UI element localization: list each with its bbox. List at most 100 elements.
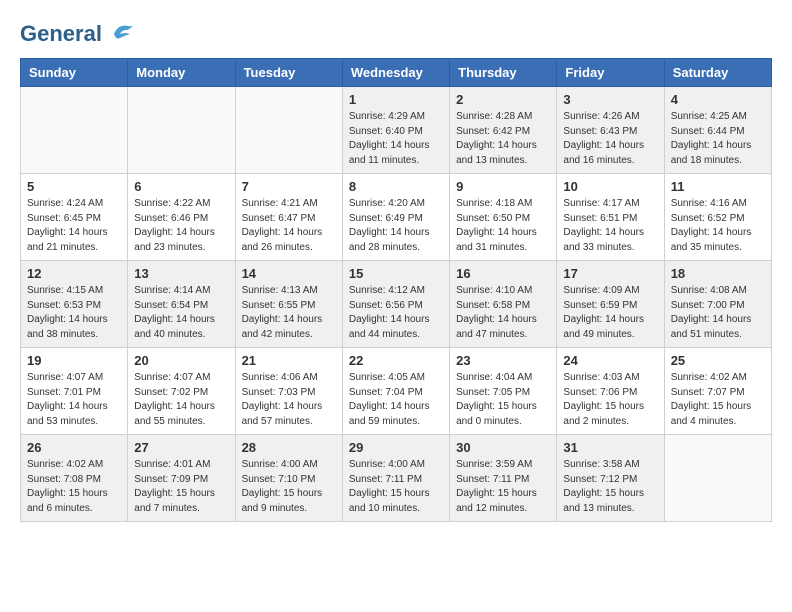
day-info: Sunrise: 4:00 AMSunset: 7:10 PMDaylight:…	[242, 458, 336, 516]
calendar-cell: 22 Sunrise: 4:05 AMSunset: 7:04 PMDayligh…	[342, 348, 449, 435]
day-number: 24	[563, 353, 657, 368]
day-number: 21	[242, 353, 336, 368]
weekday-header: Sunday	[21, 59, 128, 87]
calendar-cell: 8 Sunrise: 4:20 AMSunset: 6:49 PMDaylight…	[342, 174, 449, 261]
day-number: 17	[563, 266, 657, 281]
day-number: 3	[563, 92, 657, 107]
day-info: Sunrise: 4:21 AMSunset: 6:47 PMDaylight:…	[242, 197, 336, 255]
calendar-cell: 26Sunrise: 4:02 AMSunset: 7:08 PMDayligh…	[21, 435, 128, 522]
calendar-cell: 13 Sunrise: 4:14 AMSunset: 6:54 PMDayligh…	[128, 261, 235, 348]
calendar-cell: 31 Sunrise: 3:58 AMSunset: 7:12 PMDayligh…	[557, 435, 664, 522]
day-number: 14	[242, 266, 336, 281]
weekday-header: Saturday	[664, 59, 771, 87]
calendar-cell	[664, 435, 771, 522]
day-info: Sunrise: 4:00 AMSunset: 7:11 PMDaylight:…	[349, 458, 443, 516]
day-info: Sunrise: 4:28 AMSunset: 6:42 PMDaylight:…	[456, 110, 550, 168]
day-number: 12	[27, 266, 121, 281]
day-info: Sunrise: 4:20 AMSunset: 6:49 PMDaylight:…	[349, 197, 443, 255]
day-info: Sunrise: 4:22 AMSunset: 6:46 PMDaylight:…	[134, 197, 228, 255]
calendar-cell: 12 Sunrise: 4:15 AMSunset: 6:53 PMDayligh…	[21, 261, 128, 348]
day-info: Sunrise: 4:14 AMSunset: 6:54 PMDaylight:…	[134, 284, 228, 342]
calendar-cell: 10 Sunrise: 4:17 AMSunset: 6:51 PMDayligh…	[557, 174, 664, 261]
calendar-week-row: 19Sunrise: 4:07 AMSunset: 7:01 PMDayligh…	[21, 348, 772, 435]
day-number: 28	[242, 440, 336, 455]
calendar-cell: 15Sunrise: 4:12 AMSunset: 6:56 PMDayligh…	[342, 261, 449, 348]
weekday-header: Tuesday	[235, 59, 342, 87]
calendar-header-row: SundayMondayTuesdayWednesdayThursdayFrid…	[21, 59, 772, 87]
day-number: 22	[349, 353, 443, 368]
day-info: Sunrise: 4:02 AMSunset: 7:08 PMDaylight:…	[27, 458, 121, 516]
day-info: Sunrise: 3:59 AMSunset: 7:11 PMDaylight:…	[456, 458, 550, 516]
calendar-cell: 16 Sunrise: 4:10 AMSunset: 6:58 PMDayligh…	[450, 261, 557, 348]
day-number: 18	[671, 266, 765, 281]
day-number: 25	[671, 353, 765, 368]
calendar-cell: 18 Sunrise: 4:08 AMSunset: 7:00 PMDayligh…	[664, 261, 771, 348]
day-info: Sunrise: 4:07 AMSunset: 7:02 PMDaylight:…	[134, 371, 228, 429]
calendar-cell: 5Sunrise: 4:24 AMSunset: 6:45 PMDaylight…	[21, 174, 128, 261]
calendar-body: 1Sunrise: 4:29 AMSunset: 6:40 PMDaylight…	[21, 87, 772, 522]
calendar-cell: 27 Sunrise: 4:01 AMSunset: 7:09 PMDayligh…	[128, 435, 235, 522]
day-number: 31	[563, 440, 657, 455]
calendar-cell: 7Sunrise: 4:21 AMSunset: 6:47 PMDaylight…	[235, 174, 342, 261]
day-info: Sunrise: 4:09 AMSunset: 6:59 PMDaylight:…	[563, 284, 657, 342]
day-number: 2	[456, 92, 550, 107]
calendar-cell: 2 Sunrise: 4:28 AMSunset: 6:42 PMDaylight…	[450, 87, 557, 174]
day-number: 13	[134, 266, 228, 281]
day-info: Sunrise: 4:24 AMSunset: 6:45 PMDaylight:…	[27, 197, 121, 255]
day-info: Sunrise: 4:15 AMSunset: 6:53 PMDaylight:…	[27, 284, 121, 342]
calendar-cell: 6Sunrise: 4:22 AMSunset: 6:46 PMDaylight…	[128, 174, 235, 261]
calendar-cell: 19Sunrise: 4:07 AMSunset: 7:01 PMDayligh…	[21, 348, 128, 435]
calendar-cell: 29 Sunrise: 4:00 AMSunset: 7:11 PMDayligh…	[342, 435, 449, 522]
calendar-cell: 9Sunrise: 4:18 AMSunset: 6:50 PMDaylight…	[450, 174, 557, 261]
weekday-header: Monday	[128, 59, 235, 87]
calendar-week-row: 5Sunrise: 4:24 AMSunset: 6:45 PMDaylight…	[21, 174, 772, 261]
day-number: 11	[671, 179, 765, 194]
calendar-week-row: 12 Sunrise: 4:15 AMSunset: 6:53 PMDayligh…	[21, 261, 772, 348]
calendar-cell: 25 Sunrise: 4:02 AMSunset: 7:07 PMDayligh…	[664, 348, 771, 435]
calendar-cell: 17 Sunrise: 4:09 AMSunset: 6:59 PMDayligh…	[557, 261, 664, 348]
calendar-cell: 1Sunrise: 4:29 AMSunset: 6:40 PMDaylight…	[342, 87, 449, 174]
calendar-cell	[21, 87, 128, 174]
day-number: 19	[27, 353, 121, 368]
day-info: Sunrise: 4:10 AMSunset: 6:58 PMDaylight:…	[456, 284, 550, 342]
calendar-week-row: 26Sunrise: 4:02 AMSunset: 7:08 PMDayligh…	[21, 435, 772, 522]
day-info: Sunrise: 3:58 AMSunset: 7:12 PMDaylight:…	[563, 458, 657, 516]
logo-bird-icon	[106, 20, 136, 48]
day-info: Sunrise: 4:17 AMSunset: 6:51 PMDaylight:…	[563, 197, 657, 255]
weekday-header: Thursday	[450, 59, 557, 87]
logo: General	[20, 20, 136, 48]
weekday-header: Wednesday	[342, 59, 449, 87]
day-info: Sunrise: 4:05 AMSunset: 7:04 PMDaylight:…	[349, 371, 443, 429]
day-number: 1	[349, 92, 443, 107]
day-info: Sunrise: 4:08 AMSunset: 7:00 PMDaylight:…	[671, 284, 765, 342]
day-number: 4	[671, 92, 765, 107]
day-number: 9	[456, 179, 550, 194]
calendar-cell: 3 Sunrise: 4:26 AMSunset: 6:43 PMDaylight…	[557, 87, 664, 174]
day-info: Sunrise: 4:16 AMSunset: 6:52 PMDaylight:…	[671, 197, 765, 255]
calendar-cell: 30 Sunrise: 3:59 AMSunset: 7:11 PMDayligh…	[450, 435, 557, 522]
day-info: Sunrise: 4:01 AMSunset: 7:09 PMDaylight:…	[134, 458, 228, 516]
weekday-header: Friday	[557, 59, 664, 87]
day-number: 23	[456, 353, 550, 368]
calendar-cell: 24Sunrise: 4:03 AMSunset: 7:06 PMDayligh…	[557, 348, 664, 435]
day-number: 20	[134, 353, 228, 368]
day-number: 29	[349, 440, 443, 455]
calendar-week-row: 1Sunrise: 4:29 AMSunset: 6:40 PMDaylight…	[21, 87, 772, 174]
day-number: 27	[134, 440, 228, 455]
day-info: Sunrise: 4:13 AMSunset: 6:55 PMDaylight:…	[242, 284, 336, 342]
page-header: General	[20, 20, 772, 48]
day-info: Sunrise: 4:26 AMSunset: 6:43 PMDaylight:…	[563, 110, 657, 168]
day-info: Sunrise: 4:02 AMSunset: 7:07 PMDaylight:…	[671, 371, 765, 429]
day-number: 8	[349, 179, 443, 194]
calendar-table: SundayMondayTuesdayWednesdayThursdayFrid…	[20, 58, 772, 522]
calendar-cell: 23Sunrise: 4:04 AMSunset: 7:05 PMDayligh…	[450, 348, 557, 435]
calendar-cell: 28 Sunrise: 4:00 AMSunset: 7:10 PMDayligh…	[235, 435, 342, 522]
calendar-cell	[235, 87, 342, 174]
logo-text: General	[20, 23, 102, 45]
day-number: 10	[563, 179, 657, 194]
day-info: Sunrise: 4:12 AMSunset: 6:56 PMDaylight:…	[349, 284, 443, 342]
calendar-cell: 14 Sunrise: 4:13 AMSunset: 6:55 PMDayligh…	[235, 261, 342, 348]
calendar-cell: 11 Sunrise: 4:16 AMSunset: 6:52 PMDayligh…	[664, 174, 771, 261]
day-number: 16	[456, 266, 550, 281]
day-number: 30	[456, 440, 550, 455]
